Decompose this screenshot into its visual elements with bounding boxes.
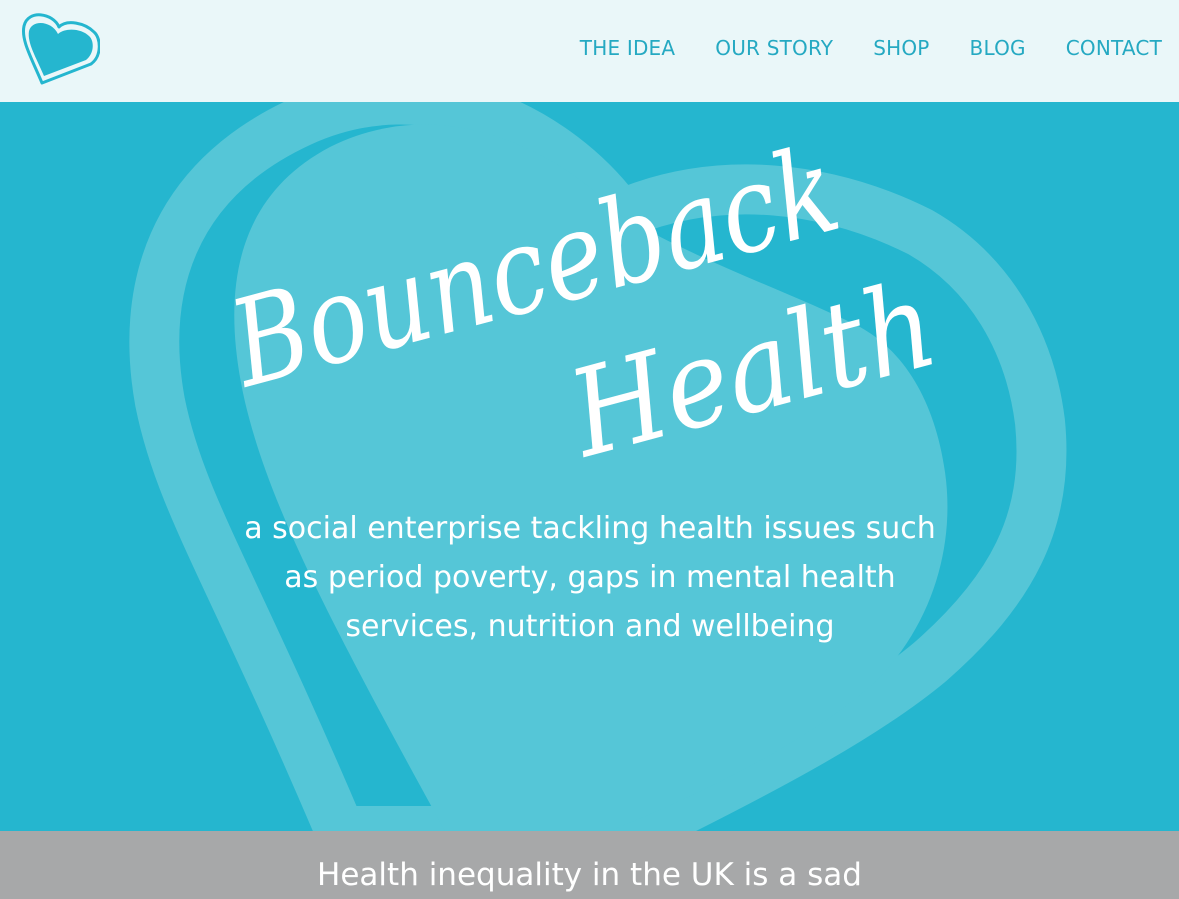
heart-logo-icon[interactable] bbox=[20, 10, 100, 88]
intro-text: Health inequality in the UK is a sad bbox=[317, 857, 862, 893]
nav-our-story[interactable]: OUR STORY bbox=[715, 36, 833, 66]
intro-section: Health inequality in the UK is a sad bbox=[0, 831, 1179, 899]
hero-section: Bounceback Health a social enterprise ta… bbox=[0, 102, 1179, 831]
nav-the-idea[interactable]: THE IDEA bbox=[580, 36, 675, 66]
nav-contact[interactable]: CONTACT bbox=[1066, 36, 1162, 66]
hero-script-title: Bounceback Health bbox=[216, 120, 950, 485]
nav-blog[interactable]: BLOG bbox=[970, 36, 1026, 66]
nav-shop[interactable]: SHOP bbox=[873, 36, 929, 66]
main-nav: THE IDEA OUR STORY SHOP BLOG CONTACT bbox=[580, 36, 1162, 66]
site-header: THE IDEA OUR STORY SHOP BLOG CONTACT bbox=[0, 0, 1179, 102]
hero-tagline: a social enterprise tackling health issu… bbox=[244, 511, 936, 644]
